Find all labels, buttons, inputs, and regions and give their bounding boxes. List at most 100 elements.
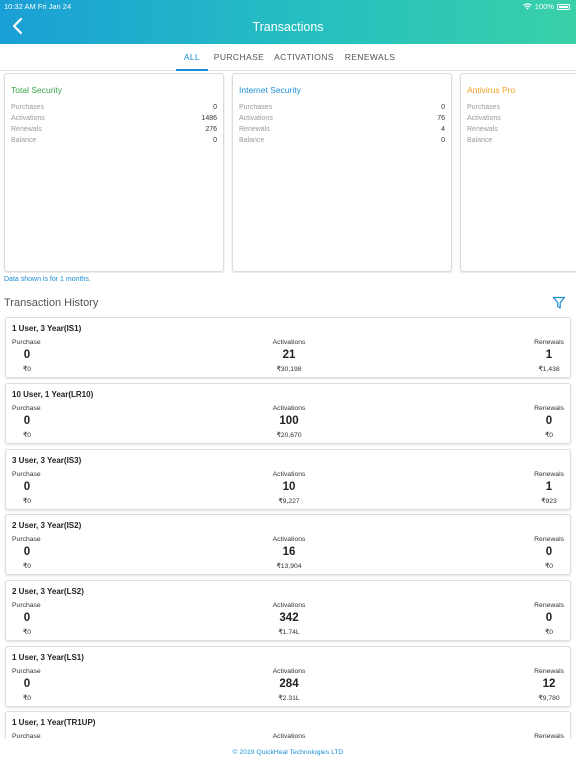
purchase-label: Purchase (12, 602, 41, 609)
renewals-count: 0 (545, 415, 553, 427)
purchase-amount: ₹0 (22, 366, 32, 373)
purchase-amount: ₹0 (22, 629, 32, 636)
tab-renewals[interactable]: RENEWALS (343, 44, 397, 71)
renewals-count: 1 (545, 349, 553, 361)
transaction-card[interactable]: 3 User, 3 Year(IS3) Purchase Activations… (5, 449, 571, 510)
transaction-card[interactable]: 2 User, 3 Year(LS2) Purchase Activations… (5, 580, 571, 641)
activations-count: 100 (279, 415, 299, 427)
purchase-label: Purchase (12, 339, 41, 346)
wifi-icon (522, 3, 532, 10)
purchase-label: Purchase (12, 471, 41, 478)
renewals-amount: ₹9,780 (538, 695, 560, 702)
summary-label: Renewals (239, 126, 270, 133)
plan-name: 1 User, 3 Year(IS1) (12, 324, 82, 333)
purchase-amount: ₹0 (22, 563, 32, 570)
renewals-label: Renewals (534, 471, 564, 478)
status-bar: 10:32 AM Fri Jan 24 100% (4, 2, 570, 12)
activations-amount: ₹2.31L (278, 695, 300, 702)
summary-row: Purchases 0 (239, 104, 445, 114)
summary-row: Purchases (467, 104, 576, 114)
summary-label: Renewals (467, 126, 498, 133)
transaction-card[interactable]: 2 User, 3 Year(IS2) Purchase Activations… (5, 514, 571, 575)
footer-copyright: © 2019 QuickHeal Technologies LTD (0, 739, 576, 768)
activations-count: 342 (279, 612, 299, 624)
summary-row: Balance 0 (11, 137, 217, 147)
purchase-count: 0 (23, 546, 31, 558)
renewals-amount: ₹923 (541, 498, 557, 505)
tab-all[interactable]: ALL (176, 44, 208, 71)
purchase-label: Purchase (12, 668, 41, 675)
summary-card-title: Total Security (11, 85, 63, 95)
tab-activations[interactable]: ACTIVATIONS (273, 44, 335, 71)
plan-name: 3 User, 3 Year(IS3) (12, 456, 82, 465)
summary-value: 1486 (201, 115, 217, 122)
renewals-label: Renewals (534, 405, 564, 412)
transaction-card[interactable]: 1 User, 3 Year(IS1) Purchase Activations… (5, 317, 571, 378)
renewals-amount: ₹1,438 (538, 366, 560, 373)
purchase-count: 0 (23, 349, 31, 361)
summary-value: 76 (437, 115, 445, 122)
summary-value: 0 (441, 104, 445, 111)
status-right: 100% (522, 2, 570, 11)
summary-label: Purchases (11, 104, 45, 111)
summary-card-total-security[interactable]: Total Security Purchases 0 Activations 148… (4, 73, 224, 272)
purchase-label: Purchase (12, 536, 41, 543)
plan-name: 2 User, 3 Year(LS2) (12, 587, 84, 596)
renewals-count: 0 (545, 612, 553, 624)
summary-row: Activations 1486 (11, 115, 217, 125)
transaction-card[interactable]: 1 User, 1 Year(TR1UP) Purchase Activatio… (5, 711, 571, 739)
activations-amount: ₹13,904 (276, 563, 302, 570)
summary-label: Renewals (11, 126, 42, 133)
activations-count: 21 (282, 349, 296, 361)
summary-label: Balance (11, 137, 37, 144)
transaction-card[interactable]: 1 User, 3 Year(LS1) Purchase Activations… (5, 646, 571, 707)
tab-bar: ALL PURCHASE ACTIVATIONS RENEWALS (0, 44, 576, 71)
plan-name: 10 User, 1 Year(LR10) (12, 390, 94, 399)
renewals-label: Renewals (534, 602, 564, 609)
summary-card-title: Internet Security (239, 85, 301, 95)
purchase-amount: ₹0 (22, 695, 32, 702)
summary-value: 276 (205, 126, 217, 133)
summary-value: 0 (213, 137, 217, 144)
status-time: 10:32 AM Fri Jan 24 (4, 2, 72, 11)
activations-amount: ₹20,670 (276, 432, 302, 439)
filter-icon[interactable] (552, 296, 566, 310)
summary-label: Activations (467, 115, 501, 122)
transaction-history-list[interactable]: 1 User, 3 Year(IS1) Purchase Activations… (0, 316, 576, 739)
summary-row: Activations 76 (239, 115, 445, 125)
page-title: Transactions (252, 20, 324, 34)
renewals-amount: ₹0 (544, 432, 554, 439)
purchase-label: Purchase (12, 405, 41, 412)
renewals-count: 12 (542, 678, 556, 690)
purchase-count: 0 (23, 481, 31, 493)
product-summary-carousel[interactable]: Total Security Purchases 0 Activations 148… (0, 73, 576, 273)
activations-label: Activations (272, 471, 306, 478)
activations-label: Activations (272, 602, 306, 609)
tab-purchase[interactable]: PURCHASE (212, 44, 266, 71)
battery-icon (557, 3, 570, 10)
activations-amount: ₹9,227 (278, 498, 300, 505)
purchase-count: 0 (23, 612, 31, 624)
purchase-count: 0 (23, 678, 31, 690)
plan-name: 1 User, 1 Year(TR1UP) (12, 718, 96, 727)
summary-card-antivirus-pro[interactable]: Antivirus Pro Purchases Activations Rene… (460, 73, 576, 272)
summary-label: Purchases (467, 104, 501, 111)
renewals-count: 0 (545, 546, 553, 558)
summary-card-internet-security[interactable]: Internet Security Purchases 0 Activations… (232, 73, 452, 272)
renewals-count: 1 (545, 481, 553, 493)
activations-label: Activations (272, 339, 306, 346)
purchase-amount: ₹0 (22, 498, 32, 505)
activations-label: Activations (272, 668, 306, 675)
summary-row: Renewals (467, 126, 576, 136)
summary-label: Activations (239, 115, 273, 122)
summary-label: Purchases (239, 104, 273, 111)
summary-row: Balance (467, 137, 576, 147)
summary-row: Balance 0 (239, 137, 445, 147)
summary-label: Balance (467, 137, 493, 144)
activations-count: 10 (282, 481, 296, 493)
summary-value: 0 (441, 137, 445, 144)
plan-name: 2 User, 3 Year(IS2) (12, 521, 82, 530)
summary-card-title: Antivirus Pro (467, 85, 516, 95)
transaction-card[interactable]: 10 User, 1 Year(LR10) Purchase Activatio… (5, 383, 571, 444)
summary-row: Renewals 276 (11, 126, 217, 136)
